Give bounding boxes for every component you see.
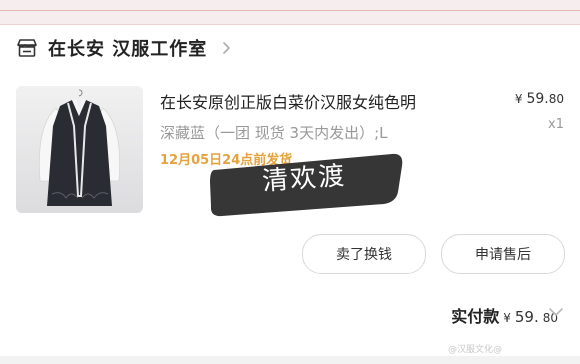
chevron-right-icon bbox=[219, 41, 233, 55]
bottom-strip bbox=[0, 356, 580, 364]
total-label: 实付款 bbox=[451, 307, 500, 326]
sell-button[interactable]: 卖了换钱 bbox=[302, 234, 426, 274]
shop-icon bbox=[16, 39, 38, 57]
item-quantity: x1 bbox=[548, 117, 564, 132]
shop-header[interactable]: 在长安 汉服工作室 bbox=[16, 34, 233, 62]
price-currency: ¥ bbox=[514, 92, 523, 106]
footer-watermark: @汉服文化@ bbox=[448, 345, 503, 355]
total-currency: ¥ bbox=[503, 311, 511, 325]
total-paid: 实付款 ¥ 59. 80 bbox=[451, 303, 558, 327]
top-bar bbox=[0, 0, 580, 25]
shop-name[interactable]: 在长安 汉服工作室 bbox=[48, 35, 207, 61]
price-integer: 59. bbox=[526, 91, 549, 107]
price-decimal: 80 bbox=[548, 92, 564, 106]
after-sale-button[interactable]: 申请售后 bbox=[441, 234, 565, 274]
product-title[interactable]: 在长安原创正版白菜价汉服女纯色明 bbox=[160, 89, 490, 113]
top-divider bbox=[0, 10, 580, 11]
item-price: ¥59.80 bbox=[515, 91, 564, 107]
total-integer: 59. bbox=[514, 308, 539, 326]
product-sku: 深藏蓝（一团 现货 3天内发出）;L bbox=[160, 124, 388, 142]
overlay-text: 清欢渡 bbox=[261, 161, 348, 197]
product-image[interactable] bbox=[16, 86, 143, 213]
chevron-down-icon[interactable] bbox=[548, 306, 564, 318]
